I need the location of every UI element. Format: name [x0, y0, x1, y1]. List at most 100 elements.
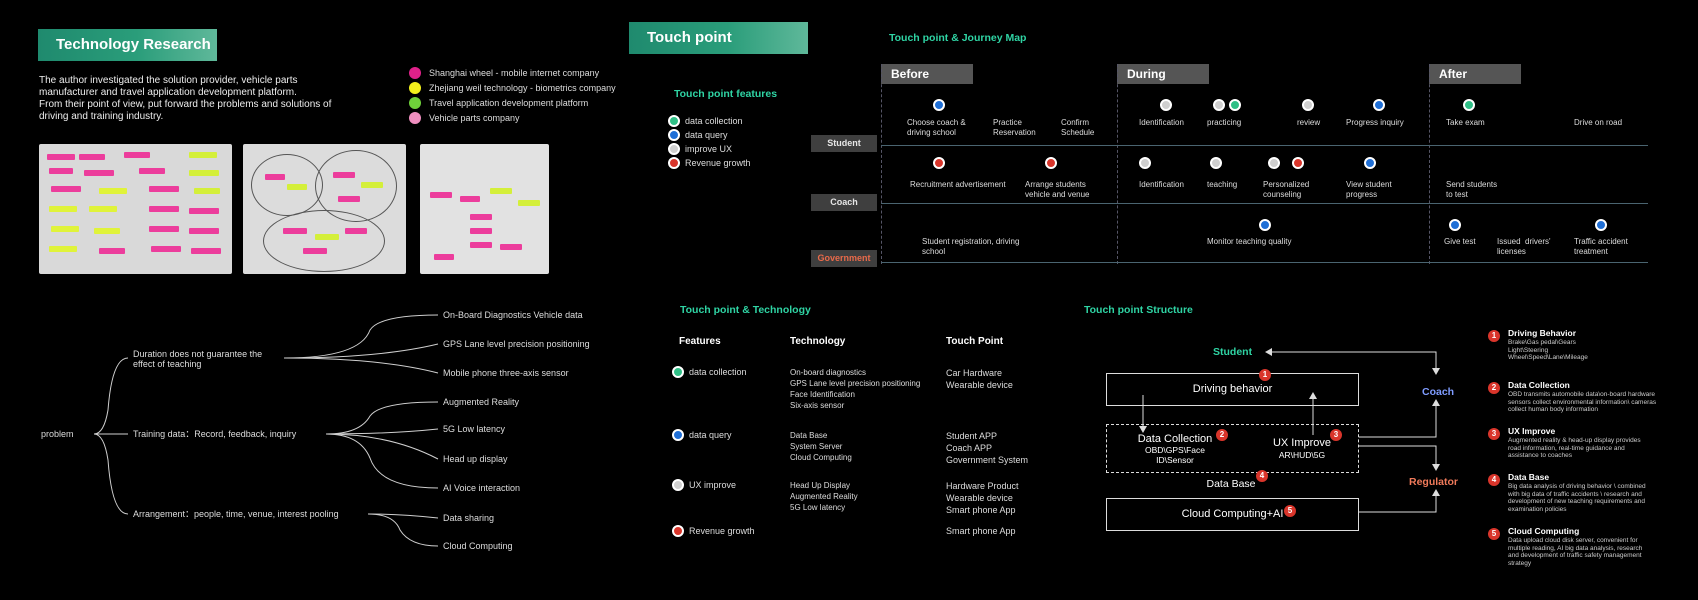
- note-title: Data Base: [1508, 472, 1550, 482]
- lane-divider: [881, 262, 1648, 263]
- role-student: Student: [811, 135, 877, 152]
- journey-step: Choose coach & driving school: [907, 118, 966, 137]
- phase-divider: [1117, 64, 1118, 264]
- touch-item: Hardware Product: [946, 481, 1019, 491]
- tech-item: Face Identification: [790, 390, 855, 399]
- structure-student: Student: [1213, 346, 1253, 358]
- problem-root: problem: [41, 429, 74, 439]
- feature-cell: UX improve: [689, 480, 737, 490]
- journey-step: review: [1297, 118, 1321, 127]
- note-line: road information, real-time guidance and: [1508, 444, 1625, 452]
- feature-label: Revenue growth: [685, 158, 751, 168]
- arrow-to-student: [1265, 348, 1437, 362]
- phase-divider: [881, 64, 882, 264]
- feature-cell: data query: [689, 430, 732, 440]
- journey-step: Identification: [1139, 118, 1184, 127]
- note-line: development of new teaching requirements…: [1508, 498, 1645, 505]
- tech-item: On-board diagnostics: [790, 368, 867, 377]
- data-query-icon: [1449, 219, 1461, 231]
- role-coach: Coach: [811, 194, 877, 211]
- note-badge: 4: [1488, 474, 1500, 486]
- data-collection-label: Data Collection: [1137, 433, 1213, 445]
- note-title: Data Collection: [1508, 380, 1570, 390]
- journey-step: Personalized counseling: [1263, 180, 1310, 199]
- cloud-computing-box: Cloud Computing+AI: [1106, 498, 1359, 531]
- note-line: OBD transmits automobile data\on-board h…: [1508, 391, 1656, 398]
- arrow-to-regulator: [1359, 445, 1440, 471]
- tree-link: [325, 433, 439, 489]
- journey-step: Recruitment advertisement: [910, 180, 1006, 189]
- tree-link: [367, 513, 439, 547]
- tech-cell: Head Up Display Augmented Reality 5G Low…: [790, 480, 858, 513]
- ux-improve-icon: [668, 143, 680, 155]
- tree-link: [325, 433, 439, 460]
- journey-step: teaching: [1207, 180, 1238, 189]
- tree-link: [283, 343, 439, 359]
- note-line: Augmented reality & head-up display prov…: [1508, 437, 1641, 444]
- data-query-icon: [668, 129, 680, 141]
- data-collection-icon: [1229, 99, 1241, 111]
- arrow-to-regulator-from-cloud: [1359, 489, 1440, 513]
- problem-leaf: Data sharing: [443, 513, 495, 523]
- data-query-icon: [1373, 99, 1385, 111]
- badge-3: 3: [1330, 429, 1342, 441]
- sub-line: ID\Sensor: [1156, 455, 1194, 465]
- structure-title: Touch point Structure: [1084, 304, 1193, 316]
- feature-label: improve UX: [685, 144, 733, 154]
- touch-cell: Smart phone App: [946, 526, 1016, 536]
- journey-title: Touch point & Journey Map: [889, 32, 1027, 44]
- data-query-icon: [1259, 219, 1271, 231]
- tree-link: [283, 314, 439, 359]
- note-badge: 2: [1488, 382, 1500, 394]
- note-line: and development of traffic safety manage…: [1508, 552, 1642, 559]
- journey-step: Drive on road: [1574, 118, 1623, 127]
- journey-step: Issued drivers' licenses: [1497, 237, 1551, 256]
- note-line: multiple reading, AI big data analysis, …: [1508, 544, 1643, 552]
- problem-leaf: Mobile phone three-axis sensor: [443, 368, 569, 378]
- note-line: collect human body information: [1508, 406, 1598, 413]
- ux-improve-icon: [1139, 157, 1151, 169]
- note-line: Brake\Gas pedal\Gears: [1508, 339, 1576, 346]
- touch-item: Smart phone App: [946, 505, 1016, 515]
- lane-divider: [881, 145, 1648, 146]
- col-header: Features: [679, 336, 721, 347]
- problem-leaf: 5G Low latency: [443, 424, 506, 434]
- journey-step: Send students to test: [1446, 180, 1498, 199]
- badge-2: 2: [1216, 429, 1228, 441]
- ux-improve-icon: [1160, 99, 1172, 111]
- box-label: Driving behavior: [1192, 383, 1273, 395]
- journey-step: Identification: [1139, 180, 1184, 189]
- note-line: sensors collect environmental informatio…: [1508, 398, 1657, 406]
- journey-step: Traffic accident treatment: [1574, 237, 1628, 256]
- journey-step: Confirm Schedule: [1061, 118, 1095, 137]
- touch-cell: Student APP Coach APP Government System: [946, 430, 1028, 466]
- data-collection-icon: [672, 366, 684, 378]
- tech-table-title: Touch point & Technology: [680, 304, 811, 316]
- problem-leaf: AI Voice interaction: [443, 483, 521, 493]
- badge-4: 4: [1256, 470, 1268, 482]
- problem-leaf: Head up display: [443, 454, 508, 464]
- badge-5: 5: [1284, 505, 1296, 517]
- tech-item: Six-axis sensor: [790, 401, 845, 410]
- touch-item: Wearable device: [946, 380, 1013, 390]
- structure-coach: Coach: [1422, 386, 1455, 398]
- note-title: UX Improve: [1508, 426, 1556, 436]
- tree-link: [93, 357, 129, 435]
- phase-divider: [1429, 64, 1430, 264]
- tech-item: Augmented Reality: [790, 492, 858, 501]
- driving-behavior-box: Driving behavior: [1106, 373, 1359, 406]
- arrow-to-coach-from-ux: [1359, 399, 1440, 438]
- note-title: Driving Behavior: [1508, 328, 1577, 338]
- revenue-growth-icon: [1045, 157, 1057, 169]
- tech-item: GPS Lane level precision positioning: [790, 379, 921, 388]
- tech-item: Head Up Display: [790, 481, 851, 490]
- revenue-growth-icon: [1292, 157, 1304, 169]
- feature-cell: Revenue growth: [689, 526, 755, 536]
- feature-cell: data collection: [689, 367, 747, 377]
- problem-leaf: Cloud Computing: [443, 541, 513, 551]
- note-line: Light\Steering: [1508, 346, 1549, 354]
- touch-item: Government System: [946, 455, 1029, 465]
- note-text: Augmented reality & head-up display prov…: [1508, 437, 1641, 460]
- note-line: strategy: [1508, 559, 1532, 567]
- journey-step: Take exam: [1446, 118, 1485, 127]
